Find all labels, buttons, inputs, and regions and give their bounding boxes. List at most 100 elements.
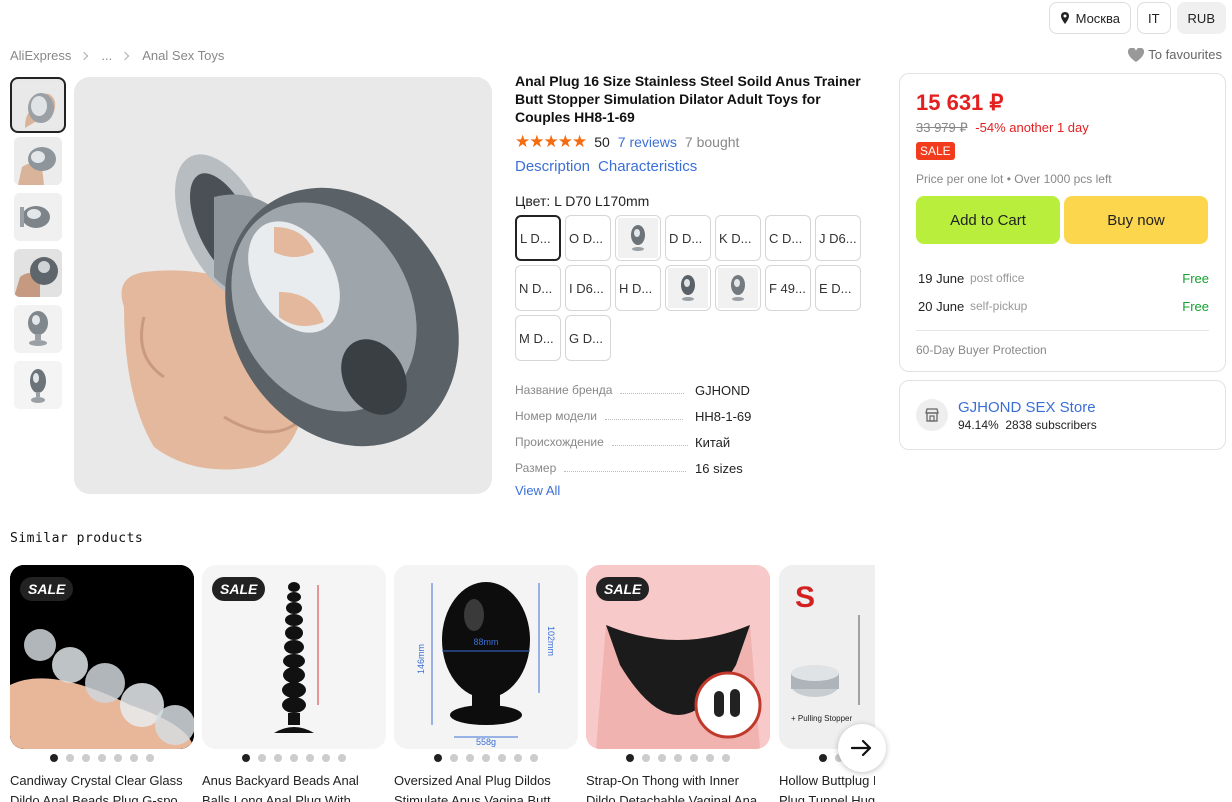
pager-dot[interactable]: [258, 754, 266, 762]
shipping-date: 20 June: [918, 298, 965, 314]
pager-dot[interactable]: [146, 754, 154, 762]
pager-dot[interactable]: [338, 754, 346, 762]
spec-value: Китай: [695, 434, 731, 450]
pager-dot[interactable]: [658, 754, 666, 762]
pager-dot[interactable]: [530, 754, 538, 762]
swatch-label: N D...: [519, 280, 553, 296]
swatch-option[interactable]: F 49...: [765, 265, 811, 311]
buy-now-button[interactable]: Buy now: [1064, 196, 1208, 244]
spec-key: Название бренда: [515, 383, 613, 397]
pager-dot[interactable]: [450, 754, 458, 762]
reviews-link[interactable]: 7 reviews: [618, 134, 677, 150]
add-to-cart-button[interactable]: Add to Cart: [916, 196, 1060, 244]
swatch-option[interactable]: J D6...: [815, 215, 861, 261]
swatch-option[interactable]: M D...: [515, 315, 561, 361]
pager-dot[interactable]: [819, 754, 827, 762]
swatch-option[interactable]: O D...: [565, 215, 611, 261]
swatch-option[interactable]: G D...: [565, 315, 611, 361]
image-pager: [394, 754, 578, 762]
swatch-option[interactable]: L D...: [515, 215, 561, 261]
breadcrumb-root[interactable]: AliExpress: [10, 48, 71, 63]
thumbnail-2[interactable]: [14, 137, 62, 185]
pager-dot[interactable]: [82, 754, 90, 762]
shipping-price: Free: [1182, 270, 1209, 286]
product-card-image-art: 88mm 102mm 146mm 558g: [394, 565, 578, 749]
pager-dot[interactable]: [642, 754, 650, 762]
pager-dot[interactable]: [722, 754, 730, 762]
rating-row: ★★★★★ 50 7 reviews 7 bought: [515, 132, 875, 152]
pager-dot[interactable]: [50, 754, 58, 762]
pager-dot[interactable]: [514, 754, 522, 762]
swatch-option[interactable]: N D...: [515, 265, 561, 311]
breadcrumb-ellipsis[interactable]: ...: [101, 48, 112, 63]
currency-label: RUB: [1187, 10, 1215, 26]
pager-dot[interactable]: [498, 754, 506, 762]
buyer-protection[interactable]: 60-Day Buyer Protection: [916, 343, 1209, 357]
shipping-option[interactable]: 20 June self-pickup Free: [918, 292, 1209, 320]
spec-value: GJHOND: [695, 382, 750, 398]
main-product-image[interactable]: [74, 77, 492, 494]
store-rating: 94.14%: [958, 417, 999, 432]
swatch-option[interactable]: C D...: [765, 215, 811, 261]
spec-leader: [604, 418, 683, 420]
swatch-option[interactable]: [615, 215, 661, 261]
pager-dot[interactable]: [114, 754, 122, 762]
spec-row: Происхождение Китай: [515, 429, 875, 455]
currency-selector[interactable]: RUB: [1176, 2, 1226, 34]
product-title: Anal Plug 16 Size Stainless Steel Soild …: [515, 73, 861, 125]
swatch-option[interactable]: [665, 265, 711, 311]
thumbnail-3[interactable]: [14, 193, 62, 241]
spec-key: Размер: [515, 461, 557, 475]
thumbnail-4[interactable]: [14, 249, 62, 297]
swatch-label: C D...: [769, 230, 803, 246]
swatch-option[interactable]: E D...: [815, 265, 861, 311]
swatch-option[interactable]: I D6...: [565, 265, 611, 311]
pager-dot[interactable]: [290, 754, 298, 762]
product-card[interactable]: SALE Anus Backyard Beads Anal Balls Long…: [202, 565, 386, 802]
favourites-button[interactable]: To favourites: [1128, 47, 1222, 62]
swatch-option[interactable]: D D...: [665, 215, 711, 261]
pager-dot[interactable]: [706, 754, 714, 762]
swatch-label: D D...: [669, 230, 703, 246]
product-card-title: Strap-On Thong with Inner Dildo,Detachab…: [586, 773, 768, 802]
sale-badge: SALE: [20, 577, 74, 601]
shipping-price: Free: [1182, 298, 1209, 314]
pager-dot[interactable]: [690, 754, 698, 762]
store-box[interactable]: GJHOND SEX Store 94.14% 2838 subscribers: [899, 380, 1226, 450]
language-selector[interactable]: IT: [1136, 2, 1171, 34]
store-name[interactable]: GJHOND SEX Store: [958, 399, 1097, 416]
pager-dot[interactable]: [98, 754, 106, 762]
tab-characteristics[interactable]: Characteristics: [598, 158, 697, 175]
spec-leader: [620, 392, 685, 394]
swatch-option[interactable]: [715, 265, 761, 311]
pager-dot[interactable]: [482, 754, 490, 762]
carousel-next-button[interactable]: [838, 724, 886, 772]
thumbnail-5[interactable]: [14, 305, 62, 353]
pager-dot[interactable]: [274, 754, 282, 762]
swatch-option[interactable]: H D...: [615, 265, 661, 311]
product-card[interactable]: 88mm 102mm 146mm 558g Oversized Anal Plu…: [394, 565, 578, 802]
location-selector[interactable]: Москва: [1048, 2, 1131, 34]
thumbnail-1[interactable]: [10, 77, 66, 133]
tab-description[interactable]: Description: [515, 158, 590, 175]
product-card[interactable]: SALE Strap-On Thong with Inner Dildo,Det…: [586, 565, 770, 802]
lot-info: Price per one lot • Over 1000 pcs left: [916, 172, 1112, 186]
pager-dot[interactable]: [306, 754, 314, 762]
thumbnail-6[interactable]: [14, 361, 62, 409]
view-all-link[interactable]: View All: [515, 483, 875, 498]
pager-dot[interactable]: [434, 754, 442, 762]
breadcrumb-category[interactable]: Anal Sex Toys: [142, 48, 224, 63]
shipping-option[interactable]: 19 June post office Free: [918, 264, 1209, 292]
pager-dot[interactable]: [322, 754, 330, 762]
pager-dot[interactable]: [626, 754, 634, 762]
pager-dot[interactable]: [242, 754, 250, 762]
pager-dot[interactable]: [466, 754, 474, 762]
top-bar: Москва IT RUB: [1048, 2, 1226, 34]
product-card[interactable]: SALE Candiway Crystal Clear Glass Dildo …: [10, 565, 194, 802]
product-thumbnail-image: [15, 82, 61, 128]
swatch-option[interactable]: K D...: [715, 215, 761, 261]
pager-dot[interactable]: [66, 754, 74, 762]
pager-dot[interactable]: [130, 754, 138, 762]
old-price-row: 33 979 ₽ -54% another 1 day: [916, 120, 1209, 136]
pager-dot[interactable]: [674, 754, 682, 762]
